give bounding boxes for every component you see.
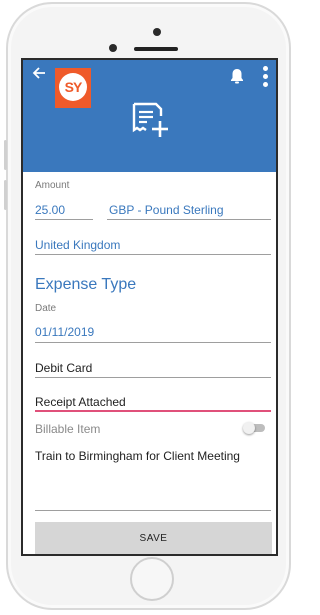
description-input[interactable]: Train to Birmingham for Client Meeting [35,449,240,463]
phone-side-button [4,140,7,170]
sensor-icon [109,44,117,52]
more-vertical-icon[interactable] [263,66,269,90]
expense-type-title[interactable]: Expense Type [35,276,136,294]
amount-underline [35,219,93,220]
billable-toggle[interactable] [243,422,267,434]
amount-input[interactable]: 25.00 [35,203,65,217]
currency-select[interactable]: GBP - Pound Sterling [109,203,224,217]
receipt-input[interactable]: Receipt Attached [35,395,126,409]
amount-label: Amount [35,180,70,191]
phone-side-button [4,180,7,210]
country-select[interactable]: United Kingdom [35,238,120,252]
app-screen: SY Amount 25.00 GBP - Pound Sterling Uni… [21,58,278,556]
app-header: SY [23,60,276,172]
front-camera-icon [153,28,161,36]
date-underline [35,342,271,343]
logo-text: SY [64,79,83,95]
speaker-grille [134,47,178,51]
country-underline [35,254,271,255]
payment-underline [35,377,271,378]
home-button[interactable] [130,557,174,601]
back-arrow-icon[interactable] [32,66,48,82]
company-logo: SY [55,68,91,108]
receipt-underline-active [35,410,271,412]
payment-method-input[interactable]: Debit Card [35,361,92,375]
save-button[interactable]: SAVE [35,522,272,554]
receipt-add-icon [131,100,171,140]
billable-label: Billable Item [35,422,101,436]
date-input[interactable]: 01/11/2019 [35,325,94,339]
bell-icon[interactable] [230,68,244,84]
currency-underline [107,219,271,220]
description-underline [35,510,271,511]
date-label: Date [35,303,57,314]
